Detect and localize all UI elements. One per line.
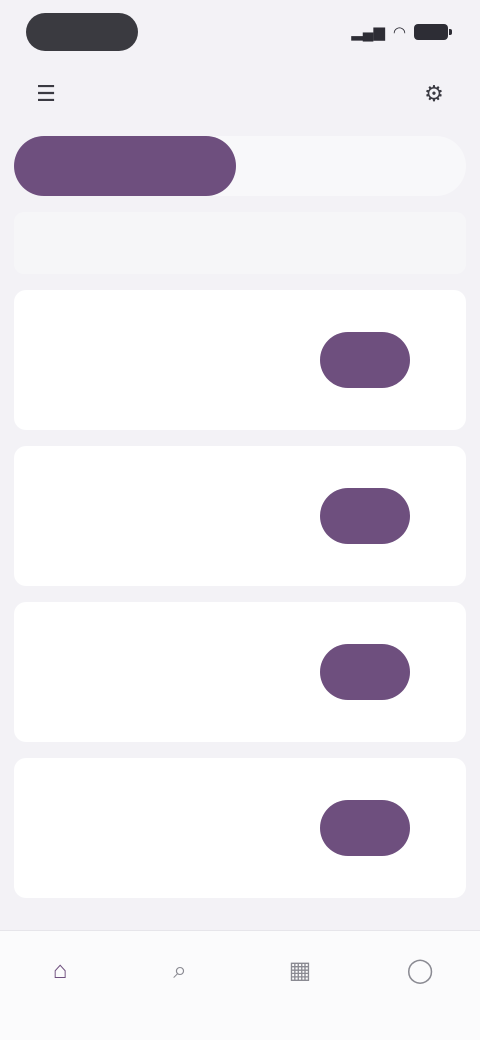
- nav-item-profile[interactable]: ◯: [370, 957, 470, 989]
- nav-item-home[interactable]: ⌂: [10, 957, 110, 989]
- segment-tab-active[interactable]: [14, 136, 236, 196]
- card-action-button[interactable]: [320, 332, 410, 388]
- app-header: ☰ ⚙: [0, 64, 480, 124]
- list-card[interactable]: [14, 290, 466, 430]
- wifi-icon: ◠: [392, 24, 406, 41]
- battery-icon: [414, 24, 452, 40]
- nav-item-calendar[interactable]: ▦: [250, 957, 350, 989]
- status-bar: ▂▄▆ ◠: [0, 0, 480, 64]
- segment-tab-inactive[interactable]: [236, 136, 466, 196]
- search-icon: ⌕: [173, 957, 187, 984]
- card-action-button[interactable]: [320, 800, 410, 856]
- nav-item-search[interactable]: ⌕: [130, 957, 230, 989]
- calendar-icon: ▦: [288, 957, 312, 984]
- status-time: [26, 13, 138, 51]
- profile-icon: ◯: [406, 957, 434, 984]
- card-action-button[interactable]: [320, 644, 410, 700]
- list-card[interactable]: [14, 758, 466, 898]
- home-icon: ⌂: [52, 957, 68, 984]
- bottom-navigation: ⌂ ⌕ ▦ ◯: [0, 930, 480, 1040]
- section-heading: [14, 212, 466, 274]
- segmented-control: [14, 136, 466, 196]
- menu-icon[interactable]: ☰: [28, 76, 64, 112]
- list-card[interactable]: [14, 446, 466, 586]
- status-icons: ▂▄▆ ◠: [351, 23, 452, 41]
- list-card[interactable]: [14, 602, 466, 742]
- settings-icon[interactable]: ⚙: [416, 76, 452, 112]
- card-action-button[interactable]: [320, 488, 410, 544]
- card-list: [14, 290, 466, 914]
- signal-icon: ▂▄▆: [351, 24, 385, 41]
